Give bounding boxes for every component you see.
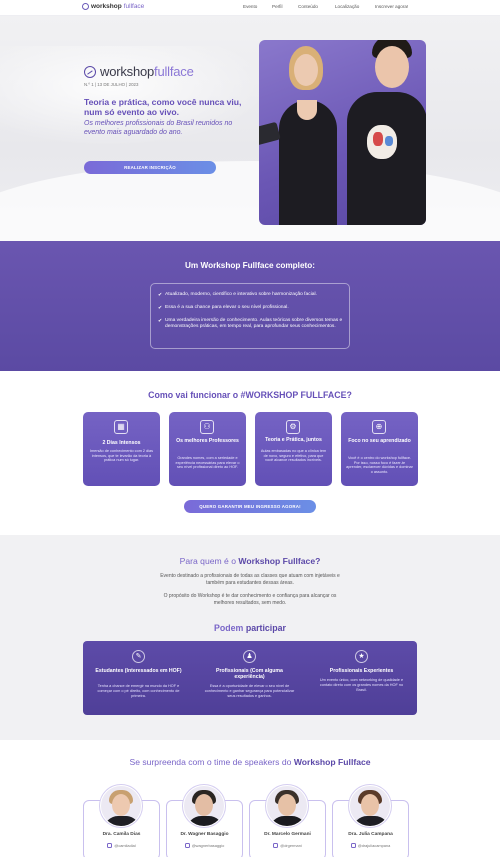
- speaker-avatar: [349, 785, 391, 827]
- for-who-paragraph: Evento destinado a profissionais de toda…: [160, 573, 340, 586]
- expert-icon: ★: [355, 650, 368, 663]
- complete-item: ✔ Atualizado, moderno, científico e inter…: [158, 292, 317, 298]
- instagram-icon: [184, 843, 190, 849]
- speaker-instagram[interactable]: @drgermani: [249, 843, 326, 849]
- top-navbar: workshop fullface Evento Perfil Conteúdo …: [0, 0, 500, 16]
- check-icon: ✔: [158, 305, 163, 311]
- speaker-name: Dra. Camila Dias: [102, 832, 141, 837]
- profile-desc: Tenha a chance de emergir na mundo da HO…: [97, 684, 180, 698]
- calendar-icon: ▦: [114, 420, 128, 434]
- logo-mark-icon: [84, 65, 96, 78]
- teacher-icon: ⚇: [200, 420, 214, 434]
- feature-card-desc: Grandes nomes, com a seriedade e experiê…: [175, 456, 240, 470]
- feature-card-desc: Imersão de conhecimento com 2 dias inten…: [89, 449, 154, 463]
- speaker-name: Dr. Wagner Basaggio: [180, 832, 229, 837]
- for-who-paragraph: O propósito do Workshop é te dar conheci…: [163, 593, 337, 606]
- profile-column: ★ Profissionais Experientes Um evento ún…: [306, 641, 417, 715]
- profile-column: ♟ Profissionais (Com alguma experiência)…: [194, 641, 305, 715]
- profile-title: Estudantes (Interessados em HOF): [95, 668, 182, 674]
- speakers-hero-photo: [259, 40, 426, 225]
- feature-card-desc: Você é o centro do workshop fullface. Po…: [346, 456, 413, 475]
- hero-title: Teoria e prática, como você nunca viu, n…: [84, 97, 242, 117]
- profile-title: Profissionais (Com alguma experiência): [216, 668, 283, 681]
- nav-link-conteudo[interactable]: Conteúdo: [298, 4, 318, 9]
- register-button[interactable]: REALIZAR INSCRIÇÃO: [84, 161, 216, 174]
- nav-link-evento[interactable]: Evento: [243, 4, 257, 9]
- speaker-instagram[interactable]: @drajuliacampana: [332, 843, 409, 849]
- feature-card-desc: Aulas embasadas no que a clínica tem de …: [260, 449, 327, 463]
- speaker-instagram[interactable]: @camiladial: [83, 843, 160, 849]
- nav-logo[interactable]: workshop fullface: [82, 3, 144, 10]
- speaker-avatar: [183, 785, 225, 827]
- feature-card-title: Os melhores Professores: [176, 438, 239, 444]
- feature-card-title: Teoria e Prática, juntos: [265, 437, 322, 443]
- professional-icon: ♟: [243, 650, 256, 663]
- profile-column: ✎ Estudantes (Interessados em HOF) Tenha…: [83, 641, 194, 715]
- hero-logo: workshopfullface: [84, 64, 194, 79]
- speaker-name: Dr. Marcelo Germani: [264, 832, 311, 837]
- check-icon: ✔: [158, 292, 163, 298]
- speaker-instagram[interactable]: @wagnerbasaggio: [166, 843, 243, 849]
- complete-item: ✔ Essa é a sua chance para elevar o seu n…: [158, 305, 289, 311]
- speaker-name: Dra. Julia Campana: [348, 832, 393, 837]
- speakers-title: Se surpreenda com o time de speakers do …: [129, 757, 371, 767]
- feature-card: ⚇ Grandes nomes, com a seriedade e exper…: [169, 412, 246, 486]
- check-icon: ✔: [158, 318, 163, 324]
- feature-card: ⚙ Teoria e Prática, juntos Aulas embasad…: [255, 412, 332, 486]
- for-who-title: Para quem é o Workshop Fullface?: [179, 556, 321, 566]
- target-icon: ⊕: [372, 420, 386, 434]
- nav-link-perfil[interactable]: Perfil: [272, 4, 282, 9]
- buy-ticket-button[interactable]: QUERO GARANTIR MEU INGRESSO AGORA!: [184, 500, 316, 513]
- nav-link-inscrever[interactable]: Inscrever agora!: [375, 4, 408, 9]
- feature-card-title: Foco no seu aprendizado: [348, 438, 411, 444]
- how-title: Como vai funcionar o #WORKSHOP FULLFACE?: [148, 390, 352, 400]
- profile-title: Profissionais Experientes: [329, 668, 394, 674]
- profile-desc: Essa é a oportunidade de elevar o seu ní…: [204, 684, 295, 698]
- tablet-device: [259, 121, 281, 147]
- gears-icon: ⚙: [286, 420, 300, 434]
- profile-desc: Um evento único, com networking de quali…: [319, 678, 404, 692]
- instagram-icon: [273, 843, 279, 849]
- complete-item: ✔ Uma verdadeira imersão de conhecimento.…: [158, 318, 343, 330]
- instagram-icon: [107, 843, 113, 849]
- event-date: N.º 1 | 13 DE JULHO | 2023: [84, 82, 139, 87]
- complete-title: Um Workshop Fullface completo:: [185, 261, 315, 270]
- student-icon: ✎: [132, 650, 145, 663]
- instagram-icon: [350, 843, 356, 849]
- feature-card: ▦ 2 Dias Intensos Imersão de conheciment…: [83, 412, 160, 486]
- speaker-avatar: [266, 785, 308, 827]
- logo-mark-icon: [82, 3, 89, 10]
- speaker-avatar: [100, 785, 142, 827]
- feature-card-title: 2 Dias Intensos: [102, 440, 141, 446]
- nav-link-localizacao[interactable]: Localização: [335, 4, 359, 9]
- feature-card: ⊕ Foco no seu aprendizado Você é o centr…: [341, 412, 418, 486]
- hero-subtitle: Os melhores profissionais do Brasil reun…: [84, 120, 233, 136]
- participate-title: Podem participar: [214, 623, 286, 633]
